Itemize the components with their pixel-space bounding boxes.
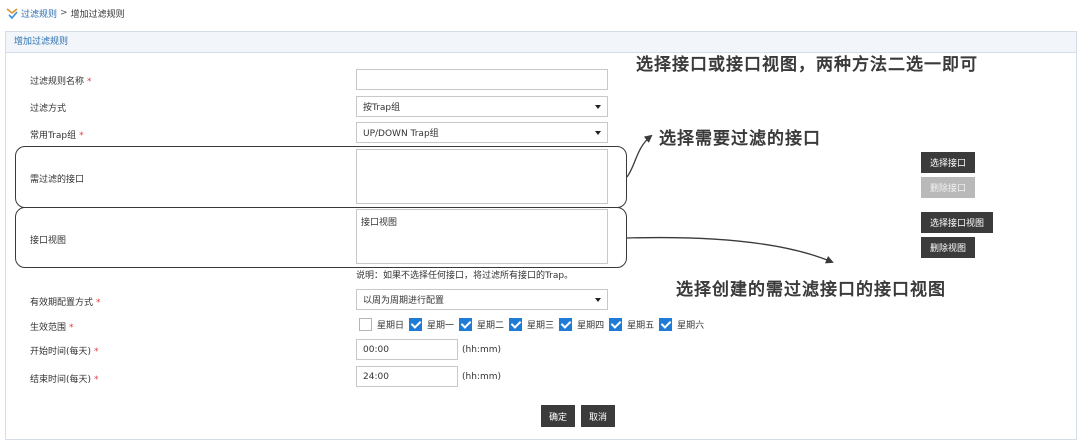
- annotation-arrow-interface: [626, 134, 653, 178]
- annotation-arrows: [626, 134, 834, 264]
- annotation-arrow-view: [626, 236, 834, 264]
